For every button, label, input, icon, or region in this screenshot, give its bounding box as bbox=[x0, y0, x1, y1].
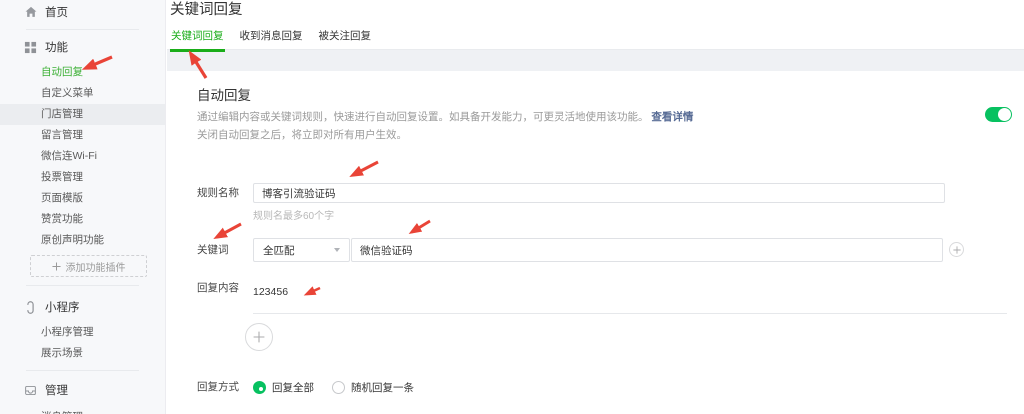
content-divider bbox=[253, 313, 1007, 314]
sidebar-miniprogram-list: 小程序管理 展示场景 bbox=[0, 322, 165, 364]
card-title: 自动回复 bbox=[197, 88, 251, 103]
sidebar-section-label: 功能 bbox=[45, 42, 68, 54]
chevron-down-icon bbox=[334, 248, 340, 252]
sidebar-item-wifi[interactable]: 微信连Wi-Fi bbox=[0, 146, 165, 167]
content-background bbox=[167, 50, 1024, 71]
reply-mode-options: 回复全部 随机回复一条 bbox=[253, 380, 432, 395]
reply-content-value: 123456 bbox=[253, 286, 289, 298]
sidebar-divider bbox=[26, 370, 139, 371]
toggle-knob bbox=[998, 108, 1011, 121]
page-title: 关键词回复 bbox=[170, 2, 243, 18]
radio-reply-all-label[interactable]: 回复全部 bbox=[272, 380, 314, 395]
match-type-select[interactable]: 全匹配 bbox=[253, 238, 350, 262]
radio-reply-all[interactable] bbox=[253, 381, 266, 394]
keyword-label: 关键词 bbox=[197, 244, 229, 256]
view-details-link[interactable]: 查看详情 bbox=[651, 111, 693, 123]
radio-reply-random[interactable] bbox=[332, 381, 345, 394]
plus-icon bbox=[51, 261, 61, 271]
card-description-2: 关闭自动回复之后，将立即对所有用户生效。 bbox=[197, 129, 407, 141]
sidebar-divider bbox=[26, 29, 139, 30]
sidebar-feature-list: 自动回复 自定义菜单 门店管理 留言管理 微信连Wi-Fi 投票管理 页面模版 … bbox=[0, 62, 165, 251]
match-type-value: 全匹配 bbox=[263, 244, 295, 257]
sidebar-section-label: 小程序 bbox=[45, 302, 80, 314]
add-reply-content-button[interactable] bbox=[245, 323, 273, 351]
sidebar-item-reward[interactable]: 赞赏功能 bbox=[0, 209, 165, 230]
sidebar-item-comment-manage[interactable]: 留言管理 bbox=[0, 125, 165, 146]
tab-keyword-reply[interactable]: 关键词回复 bbox=[170, 28, 225, 52]
sidebar-section-label: 管理 bbox=[45, 385, 68, 397]
sidebar: 首页 功能 自动回复 自定义菜单 门店管理 留言管理 微信连Wi-Fi 投票管理… bbox=[0, 0, 166, 414]
sidebar-item-original-statement[interactable]: 原创声明功能 bbox=[0, 230, 165, 251]
sidebar-item-auto-reply[interactable]: 自动回复 bbox=[0, 62, 165, 83]
grid-icon bbox=[23, 40, 38, 55]
keyword-input[interactable] bbox=[351, 238, 943, 262]
sidebar-item-store-manage[interactable]: 门店管理 bbox=[0, 104, 165, 125]
sidebar-item-vote-manage[interactable]: 投票管理 bbox=[0, 167, 165, 188]
inbox-icon bbox=[23, 383, 38, 398]
rule-name-input[interactable] bbox=[253, 183, 945, 203]
reply-mode-label: 回复方式 bbox=[197, 381, 239, 393]
tab-bar: 关键词回复 收到消息回复 被关注回复 bbox=[170, 28, 372, 52]
sidebar-section-miniprogram[interactable]: 小程序 bbox=[0, 296, 165, 318]
sidebar-divider bbox=[26, 285, 139, 286]
home-icon bbox=[23, 5, 38, 20]
page-header: 关键词回复 关键词回复 收到消息回复 被关注回复 bbox=[167, 0, 1024, 52]
sidebar-item-custom-menu[interactable]: 自定义菜单 bbox=[0, 83, 165, 104]
sidebar-item-label: 首页 bbox=[45, 7, 68, 19]
sidebar-item-message-manage[interactable]: 消息管理 bbox=[0, 407, 165, 414]
add-plugin-label: 添加功能插件 bbox=[65, 262, 126, 274]
card-description: 通过编辑内容或关键词规则，快速进行自动回复设置。如具备开发能力，可更灵活地使用该… bbox=[197, 109, 693, 124]
plus-icon bbox=[253, 331, 265, 343]
rule-name-label: 规则名称 bbox=[197, 187, 239, 199]
sidebar-item-display-scene[interactable]: 展示场景 bbox=[0, 343, 165, 364]
plus-icon bbox=[952, 245, 961, 254]
sidebar-section-features[interactable]: 功能 bbox=[0, 36, 165, 58]
sidebar-manage-list: 消息管理 bbox=[0, 407, 165, 414]
tab-follow-reply[interactable]: 被关注回复 bbox=[318, 28, 373, 52]
add-keyword-button[interactable] bbox=[949, 242, 964, 257]
reply-content-label: 回复内容 bbox=[197, 282, 239, 294]
auto-reply-card: 自动回复 通过编辑内容或关键词规则，快速进行自动回复设置。如具备开发能力，可更灵… bbox=[167, 71, 1024, 414]
auto-reply-toggle[interactable] bbox=[985, 107, 1012, 122]
sidebar-item-home[interactable]: 首页 bbox=[0, 1, 165, 23]
wechat-mp-admin-page: 首页 功能 自动回复 自定义菜单 门店管理 留言管理 微信连Wi-Fi 投票管理… bbox=[0, 0, 1024, 414]
sidebar-item-page-template[interactable]: 页面模版 bbox=[0, 188, 165, 209]
sidebar-section-manage[interactable]: 管理 bbox=[0, 379, 165, 401]
miniprogram-icon bbox=[23, 300, 38, 315]
rule-name-hint: 规则名最多60个字 bbox=[253, 211, 335, 222]
main-content: 关键词回复 关键词回复 收到消息回复 被关注回复 自动回复 通过编辑内容或关键词… bbox=[167, 0, 1024, 414]
radio-reply-random-label[interactable]: 随机回复一条 bbox=[351, 380, 414, 395]
add-plugin-button[interactable]: 添加功能插件 bbox=[30, 255, 147, 277]
tab-message-reply[interactable]: 收到消息回复 bbox=[239, 28, 304, 52]
description-text: 通过编辑内容或关键词规则，快速进行自动回复设置。如具备开发能力，可更灵活地使用该… bbox=[197, 111, 649, 123]
sidebar-item-miniprogram-manage[interactable]: 小程序管理 bbox=[0, 322, 165, 343]
